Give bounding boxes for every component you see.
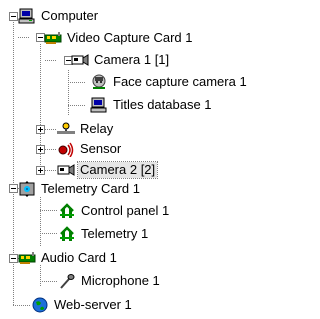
capture-card-icon	[44, 30, 62, 46]
camera-icon	[57, 162, 75, 178]
tree-node-label: Control panel 1	[81, 203, 170, 218]
relay-icon	[57, 121, 75, 137]
face-capture-icon	[90, 74, 108, 90]
tree-node-web-server[interactable]: Web-server 1	[31, 296, 134, 314]
tree-node-sensor[interactable]: Sensor	[57, 140, 123, 158]
tree-node-label: Web-server 1	[54, 297, 132, 312]
tree-line	[45, 60, 57, 61]
tree-line	[40, 233, 58, 234]
tree-node-label: Face capture camera 1	[113, 74, 247, 89]
tree-node-video-capture-card[interactable]: Video Capture Card 1	[44, 29, 195, 47]
tree-line	[68, 70, 69, 115]
device-tree[interactable]: Computer Video Capture Card 1 Camera 1 […	[0, 0, 292, 319]
microphone-icon	[58, 273, 76, 289]
tree-node-label: Computer	[41, 8, 99, 23]
collapse-telemetry-card-button[interactable]	[9, 184, 18, 193]
tree-node-label: Audio Card 1	[41, 250, 117, 265]
tree-line	[45, 149, 57, 150]
collapse-audio-card-button[interactable]	[9, 254, 18, 263]
titles-database-icon	[90, 97, 108, 113]
tree-line	[45, 129, 57, 130]
tree-node-audio-card[interactable]: Audio Card 1	[18, 249, 119, 267]
tree-node-label: Camera 2 [2]	[76, 161, 159, 179]
expand-relay-button[interactable]	[36, 125, 45, 134]
tree-line	[68, 105, 86, 106]
tree-line	[40, 210, 58, 211]
tree-node-label: Relay	[80, 121, 114, 136]
web-server-icon	[31, 297, 49, 313]
tree-node-label: Telemetry Card 1	[41, 181, 140, 196]
telemetry-icon	[58, 226, 76, 242]
tree-line	[40, 197, 41, 246]
tree-line	[40, 281, 58, 282]
tree-node-label: Sensor	[80, 141, 122, 156]
expand-camera-2-button[interactable]	[36, 166, 45, 175]
control-panel-icon	[58, 203, 76, 219]
tree-line	[45, 170, 57, 171]
tree-node-label: Titles database 1	[113, 97, 212, 112]
tree-node-label: Microphone 1	[81, 273, 160, 288]
tree-node-relay[interactable]: Relay	[57, 120, 115, 138]
sensor-icon	[57, 141, 75, 157]
tree-node-titles-database[interactable]: Titles database 1	[90, 96, 214, 114]
telemetry-card-icon	[18, 181, 36, 197]
computer-icon	[18, 8, 36, 24]
audio-card-icon	[18, 250, 36, 266]
tree-node-label: Video Capture Card 1	[67, 30, 193, 45]
tree-node-control-panel[interactable]: Control panel 1	[58, 202, 171, 220]
tree-node-telemetry-card[interactable]: Telemetry Card 1	[18, 180, 142, 198]
tree-node-camera-2[interactable]: Camera 2 [2]	[57, 161, 159, 179]
tree-line	[40, 265, 41, 287]
tree-node-telemetry[interactable]: Telemetry 1	[58, 225, 150, 243]
tree-node-face-capture-camera[interactable]: Face capture camera 1	[90, 73, 249, 91]
collapse-computer-button[interactable]	[9, 12, 18, 21]
camera-icon	[71, 52, 89, 68]
tree-node-computer[interactable]: Computer	[18, 7, 100, 25]
tree-node-label: Telemetry 1	[81, 226, 149, 241]
tree-node-microphone[interactable]: Microphone 1	[58, 272, 162, 290]
tree-node-label: Camera 1 [1]	[94, 52, 170, 67]
expand-sensor-button[interactable]	[36, 145, 45, 154]
tree-line	[13, 305, 31, 306]
tree-line	[68, 82, 86, 83]
tree-node-camera-1[interactable]: Camera 1 [1]	[71, 51, 171, 69]
tree-line	[18, 37, 30, 38]
